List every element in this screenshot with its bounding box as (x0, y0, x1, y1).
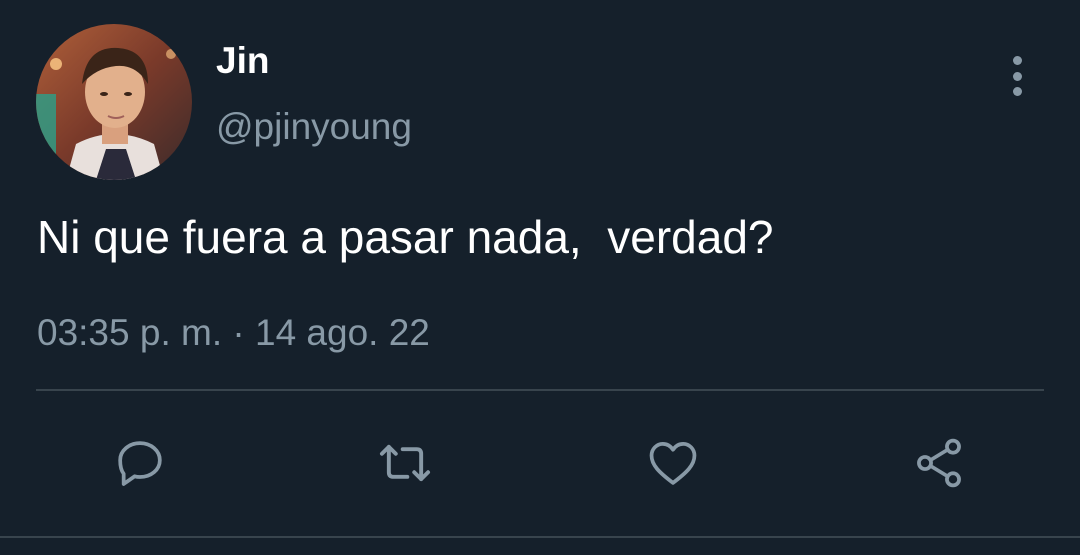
more-dot (1012, 56, 1022, 65)
tweet-text: Ni que fuera a pasar nada, verdad? (37, 211, 774, 263)
author-handle[interactable]: @pjinyoung (216, 104, 412, 150)
like-button[interactable] (643, 433, 703, 493)
tweet-timestamp[interactable]: 03:35 p. m. · 14 ago. 22 (37, 310, 430, 356)
more-dot (1012, 87, 1022, 96)
retweet-icon (379, 444, 431, 482)
bottom-divider (0, 536, 1080, 538)
like-icon (649, 442, 697, 485)
more-options-button[interactable] (997, 52, 1037, 100)
avatar-photo (36, 24, 192, 180)
retweet-button[interactable] (375, 433, 435, 493)
divider (36, 389, 1044, 391)
tweet-detail: Jin @pjinyoung Ni que fuera a pasar nada… (0, 0, 1080, 555)
share-icon (917, 438, 961, 488)
reply-button[interactable] (110, 433, 170, 493)
author-name[interactable]: Jin (216, 38, 269, 84)
reply-icon (118, 441, 162, 486)
share-button[interactable] (909, 433, 969, 493)
more-dot (1012, 71, 1022, 81)
avatar[interactable] (36, 24, 192, 180)
